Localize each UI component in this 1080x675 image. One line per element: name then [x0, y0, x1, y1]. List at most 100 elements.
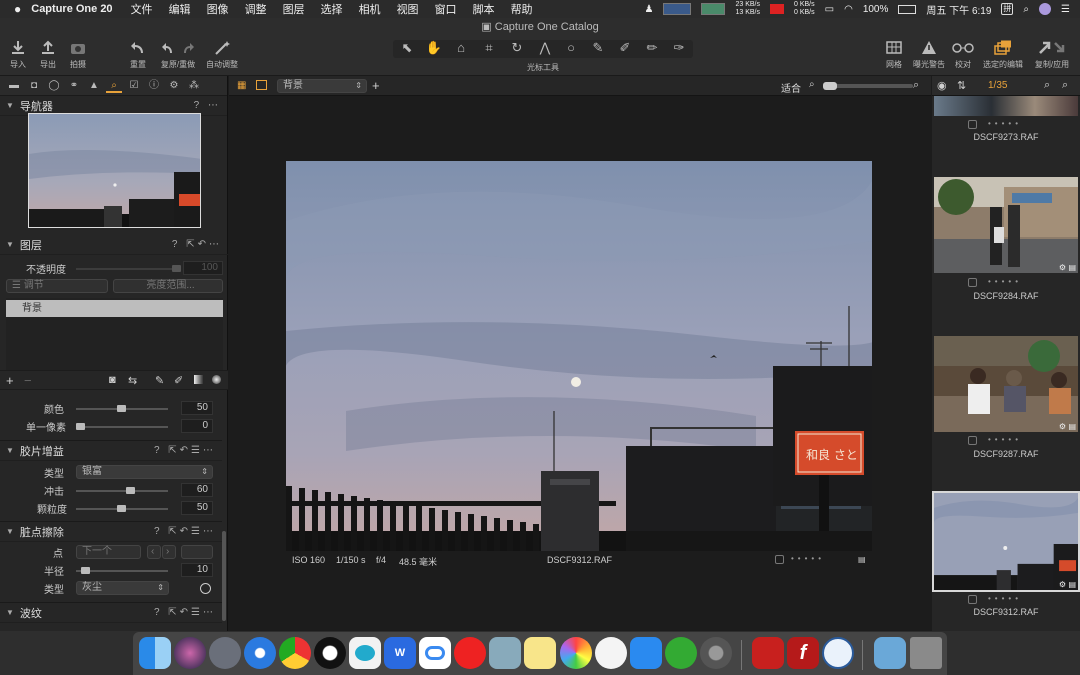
single-pixel-slider[interactable]: [76, 423, 168, 430]
reset-button[interactable]: 重置: [126, 40, 150, 70]
edit-selected-button[interactable]: 选定的编辑: [980, 40, 1026, 70]
add-layer-icon[interactable]: +: [6, 373, 14, 388]
impact-value[interactable]: 60: [181, 483, 213, 497]
menu-adjust[interactable]: 调整: [245, 1, 267, 17]
thumbnail-3[interactable]: ⚙ ▤: [934, 336, 1078, 432]
wps-icon[interactable]: W: [384, 637, 416, 669]
radius-slider[interactable]: [76, 567, 168, 574]
fit-label[interactable]: 适合: [781, 80, 801, 95]
flag-icon[interactable]: [770, 4, 784, 14]
menu-layer[interactable]: 图层: [283, 1, 305, 17]
downloads-folder-icon[interactable]: [874, 637, 906, 669]
rating-dots[interactable]: •••••: [791, 554, 825, 563]
gradient-icon[interactable]: [194, 375, 203, 384]
launchpad-icon[interactable]: [209, 637, 241, 669]
auto-adjust-button[interactable]: 自动调整: [205, 40, 239, 70]
next-spot-button[interactable]: ›: [162, 545, 176, 559]
airplay-icon[interactable]: ▭: [825, 4, 834, 15]
spot-removal-header[interactable]: ▼ 脏点擦除 ? ⇱↶☰⋯: [0, 522, 222, 542]
pan-tool-icon[interactable]: ✋: [425, 40, 443, 56]
chrome-icon[interactable]: [279, 637, 311, 669]
zoom-out-icon[interactable]: ⌕: [809, 79, 815, 90]
opacity-value[interactable]: 100: [183, 261, 223, 275]
battery-label[interactable]: 100%: [863, 4, 889, 15]
slider-knob[interactable]: [76, 423, 85, 430]
thumbnail-2[interactable]: ⚙ ▤: [934, 177, 1078, 273]
grain-type-dropdown[interactable]: 银富 ⇕: [76, 465, 213, 479]
notes-icon[interactable]: [524, 637, 556, 669]
add-layer-icon[interactable]: +: [372, 78, 380, 93]
menu-help[interactable]: 帮助: [511, 1, 533, 17]
lens-tab-icon[interactable]: ◯: [46, 79, 62, 93]
background-layer-row[interactable]: 背景: [6, 300, 223, 317]
menu-view[interactable]: 视图: [397, 1, 419, 17]
color-value[interactable]: 50: [181, 401, 213, 415]
spotlight-icon[interactable]: ⌕: [1023, 4, 1029, 15]
app-store-icon[interactable]: [630, 637, 662, 669]
zoom-icon[interactable]: ⌕: [1062, 79, 1068, 92]
menu-file[interactable]: 文件: [131, 1, 153, 17]
thumb-checkbox[interactable]: [968, 595, 977, 604]
main-image[interactable]: 和良 さと: [286, 161, 872, 551]
menu-script[interactable]: 脚本: [473, 1, 495, 17]
collapse-caret-icon[interactable]: ▼: [6, 101, 14, 110]
crop-tool-icon[interactable]: ⌗: [480, 40, 498, 56]
slider-knob[interactable]: [823, 82, 837, 90]
gradient-tool-icon[interactable]: ✑: [670, 40, 688, 56]
loupe-tool-icon[interactable]: ⌂: [452, 40, 470, 56]
metadata-tab-icon[interactable]: ⓘ: [146, 79, 162, 93]
section-actions-icon[interactable]: ? ⇱↶⋯: [172, 239, 222, 250]
system-preferences-icon[interactable]: [700, 637, 732, 669]
output-tab-icon[interactable]: ⚙: [166, 79, 182, 93]
menu-window[interactable]: 窗口: [435, 1, 457, 17]
section-actions-icon[interactable]: ? ⇱↶☰⋯: [154, 526, 216, 537]
layers-header[interactable]: ▼ 图层 ? ⇱↶⋯: [0, 235, 228, 255]
notification-center-icon[interactable]: ☰: [1061, 4, 1070, 15]
qq-tray-icon[interactable]: ♟: [645, 4, 654, 15]
batch-tab-icon[interactable]: ⁂: [186, 79, 202, 93]
adjustments-tab-icon[interactable]: ☑: [126, 79, 142, 93]
wechat-icon[interactable]: [349, 637, 381, 669]
menu-image[interactable]: 图像: [207, 1, 229, 17]
search-icon[interactable]: ⌕: [1044, 79, 1050, 92]
collapse-caret-icon[interactable]: ▼: [6, 446, 14, 455]
menu-edit[interactable]: 编辑: [169, 1, 191, 17]
luma-range-button[interactable]: 亮度范围...: [113, 279, 223, 293]
netease-music-icon[interactable]: [454, 637, 486, 669]
picker-tool-icon[interactable]: ✎: [589, 40, 607, 56]
thumbnail-4-selected[interactable]: ⚙ ▤: [932, 491, 1080, 592]
single-pixel-value[interactable]: 0: [181, 419, 213, 433]
layer-select-dropdown[interactable]: 背景 ⇕: [277, 79, 367, 93]
telegram-icon[interactable]: [665, 637, 697, 669]
menu-camera[interactable]: 相机: [359, 1, 381, 17]
spot-circle-icon[interactable]: [200, 583, 211, 594]
thumb-rating-dots[interactable]: •••••: [988, 277, 1022, 286]
radius-value[interactable]: 10: [181, 563, 213, 577]
slider-knob[interactable]: [117, 405, 126, 412]
eraser-tool-icon[interactable]: ✏: [643, 40, 661, 56]
details-tab-icon[interactable]: ⌕: [106, 79, 122, 93]
single-view-icon[interactable]: [256, 80, 267, 90]
spot-action-button[interactable]: [181, 545, 213, 559]
spot-dropdown[interactable]: 下一个: [76, 545, 141, 559]
impact-slider[interactable]: [76, 487, 168, 494]
zoom-slider[interactable]: [823, 82, 913, 90]
pen-icon[interactable]: ✐: [174, 374, 183, 387]
export-button[interactable]: 导出: [36, 40, 60, 70]
eye-icon[interactable]: ◉: [937, 79, 947, 92]
thumb-rating-dots[interactable]: •••••: [988, 119, 1022, 128]
import-button[interactable]: 导入: [6, 40, 30, 70]
thumb-checkbox[interactable]: [968, 120, 977, 129]
copy-apply-button[interactable]: 复制/应用: [1032, 40, 1072, 70]
remove-layer-icon[interactable]: −: [24, 373, 32, 388]
qq-icon[interactable]: [314, 637, 346, 669]
keystone-tool-icon[interactable]: ⋀: [536, 40, 554, 56]
slider-knob[interactable]: [126, 487, 135, 494]
exposure-tab-icon[interactable]: ▲: [86, 79, 102, 93]
granularity-slider[interactable]: [76, 505, 168, 512]
swap-icon[interactable]: ⇆: [128, 374, 137, 387]
input-method-icon[interactable]: 拼: [1001, 3, 1014, 15]
slider-knob[interactable]: [81, 567, 90, 574]
color-slider[interactable]: [76, 405, 168, 412]
thumb-checkbox[interactable]: [968, 278, 977, 287]
